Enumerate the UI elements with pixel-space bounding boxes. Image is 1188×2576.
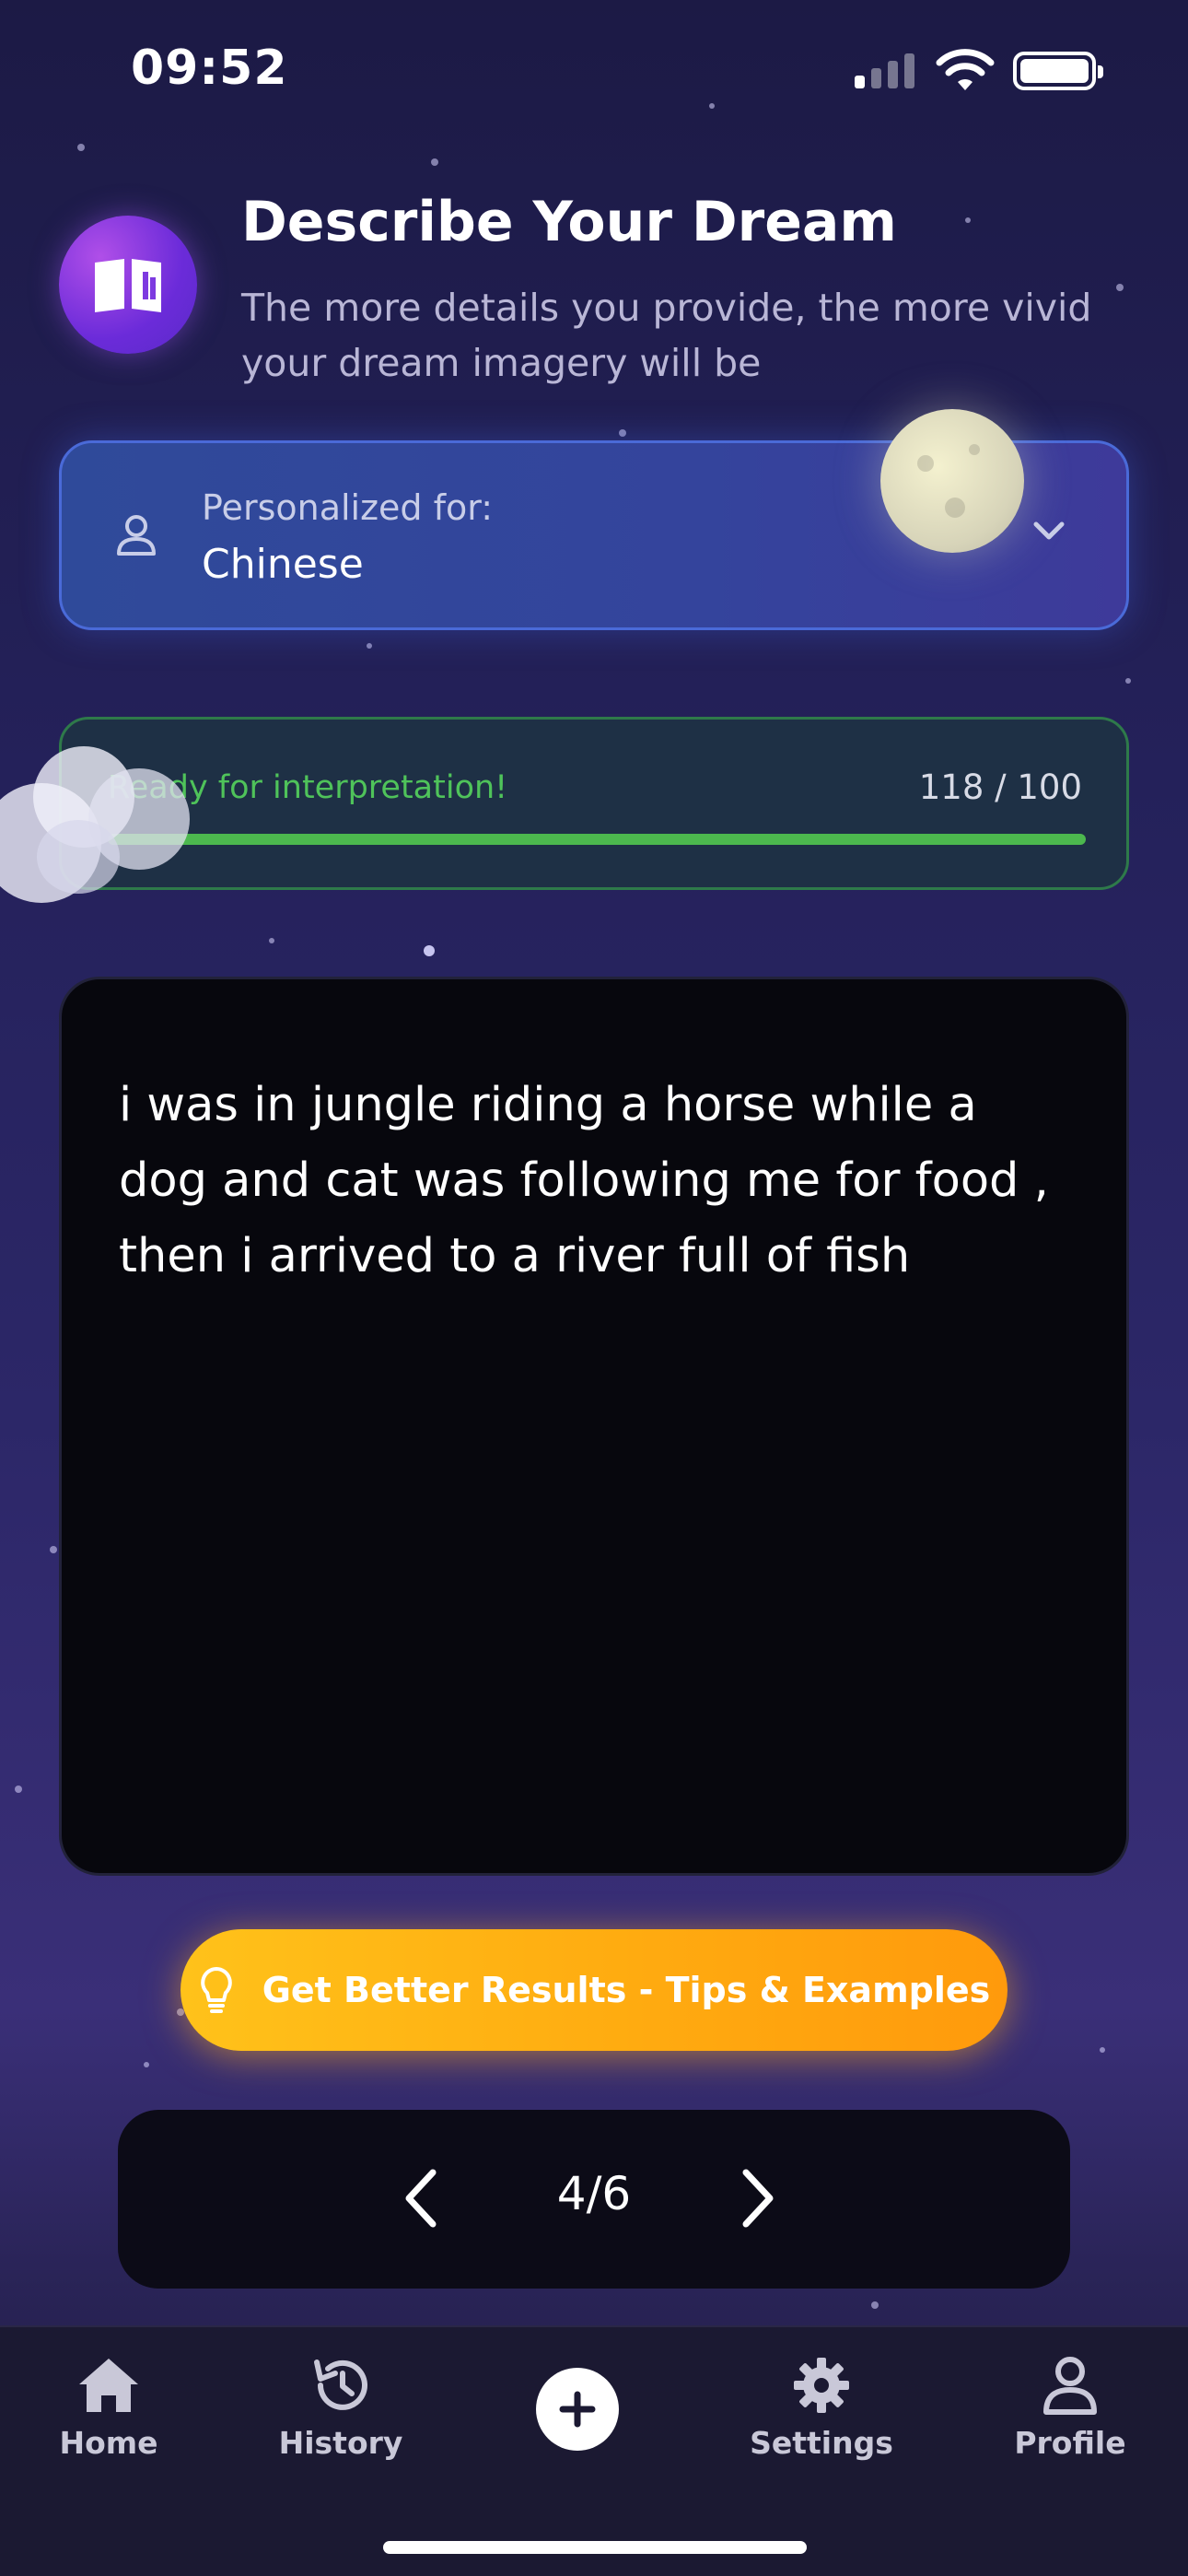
star-decoration <box>431 158 438 166</box>
star-decoration <box>1100 2047 1105 2053</box>
star-decoration <box>50 1546 57 1553</box>
cellular-signal-icon <box>855 52 914 88</box>
status-time: 09:52 <box>131 41 288 96</box>
tab-history-label: History <box>278 2425 403 2461</box>
chevron-down-icon <box>1033 521 1065 540</box>
wifi-icon <box>936 49 995 90</box>
home-icon <box>79 2359 138 2412</box>
character-count: 118 / 100 <box>918 767 1082 807</box>
star-decoration <box>269 938 274 943</box>
progress-bar-fill <box>108 834 1086 845</box>
personalized-label: Personalized for: <box>202 487 494 528</box>
status-bar: 09:52 <box>0 0 1188 138</box>
add-dream-button[interactable] <box>536 2368 619 2451</box>
user-outline-icon <box>117 515 156 556</box>
gear-icon <box>794 2358 849 2413</box>
progress-bar <box>108 834 1086 845</box>
home-indicator <box>383 2541 807 2554</box>
tab-history[interactable]: History <box>249 2355 433 2461</box>
history-icon <box>314 2359 367 2410</box>
page-title: Describe Your Dream <box>241 190 897 254</box>
tab-settings[interactable]: Settings <box>729 2355 914 2461</box>
star-decoration <box>1125 678 1131 684</box>
page-subtitle: The more details you provide, the more v… <box>241 286 1092 385</box>
star-decoration <box>619 429 626 437</box>
cloud-decoration <box>0 728 230 912</box>
chevron-right-icon[interactable] <box>729 2165 785 2231</box>
bottom-tab-bar: Home History Settings Profile <box>0 2325 1188 2576</box>
plus-circle-icon <box>559 2391 596 2428</box>
battery-icon <box>1013 52 1103 90</box>
tab-home-label: Home <box>59 2425 158 2461</box>
dream-text-value[interactable]: i was in jungle riding a horse while a d… <box>119 1068 1077 1294</box>
star-decoration <box>144 2062 149 2067</box>
example-pager: 4/6 <box>118 2110 1070 2289</box>
tab-settings-label: Settings <box>750 2425 893 2461</box>
star-decoration <box>424 945 435 956</box>
open-book-icon <box>59 216 197 354</box>
pager-count: 4/6 <box>556 2167 632 2220</box>
tips-button-label: Get Better Results - Tips & Examples <box>262 1970 991 2010</box>
tips-examples-button[interactable]: Get Better Results - Tips & Examples <box>181 1929 1007 2051</box>
star-decoration <box>367 643 372 649</box>
moon-decoration <box>880 409 1024 553</box>
person-icon <box>1043 2357 1097 2415</box>
star-decoration <box>77 144 85 151</box>
personalized-value: Chinese <box>202 541 364 588</box>
tab-home[interactable]: Home <box>17 2355 201 2461</box>
star-decoration <box>871 2301 879 2309</box>
star-decoration <box>15 1786 22 1793</box>
lightbulb-icon <box>200 1967 232 2013</box>
tab-profile[interactable]: Profile <box>978 2355 1162 2461</box>
star-decoration <box>965 217 971 223</box>
dream-description-input[interactable]: i was in jungle riding a horse while a d… <box>59 977 1129 1876</box>
star-decoration <box>1116 284 1124 291</box>
tab-profile-label: Profile <box>1014 2425 1126 2461</box>
